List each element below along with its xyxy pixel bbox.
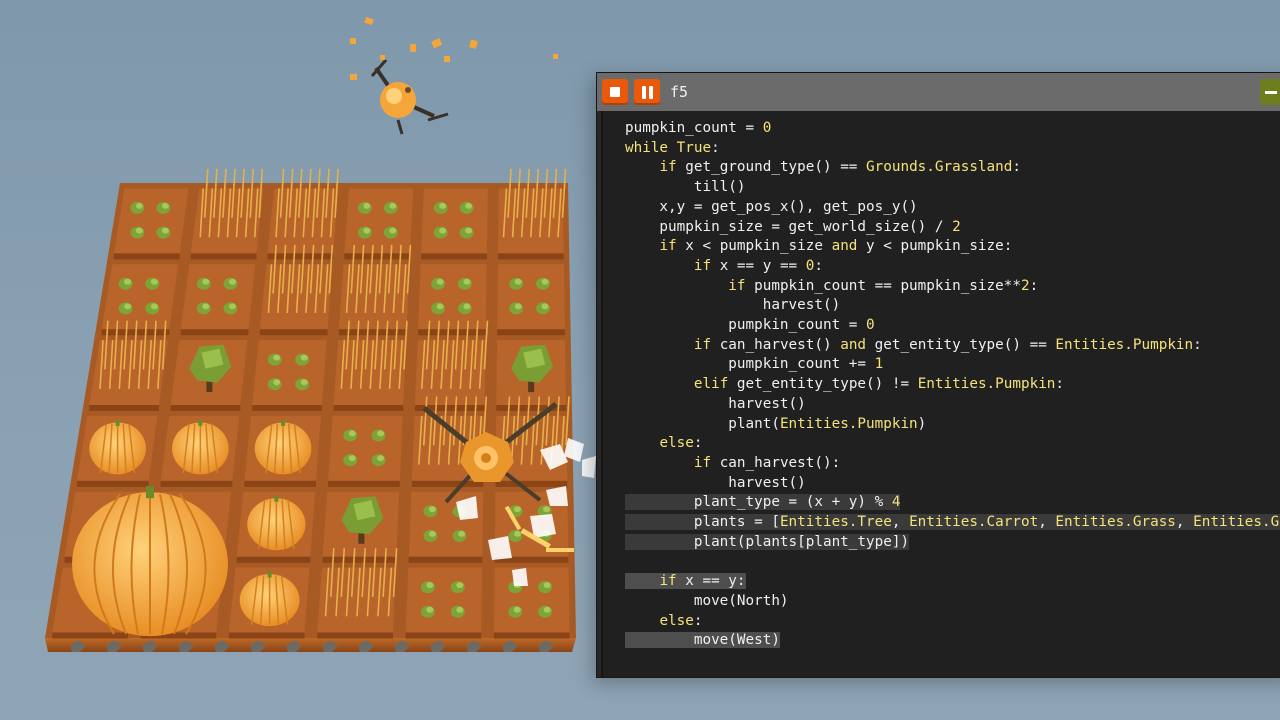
code-line: elif get_entity_type() != Entities.Pumpk… [693, 376, 1065, 393]
farm-tile [267, 168, 339, 260]
minimize-button[interactable] [1260, 79, 1280, 105]
farm-tile [160, 415, 240, 487]
farm-tile [113, 188, 189, 260]
code-line: plants = [Entities.Tree, Entities.Carrot… [625, 514, 1280, 531]
code-line: pumpkin_count = 0 [625, 120, 772, 136]
code-line: harvest() [625, 395, 806, 412]
code-line: if can_harvest() and get_entity_type() =… [693, 336, 1202, 353]
code-line: x,y = get_pos_x(), get_pos_y() [625, 198, 918, 215]
farm-tile [180, 264, 256, 336]
farm-scene [45, 16, 596, 652]
farm-tile [497, 264, 565, 336]
minus-icon [1265, 90, 1277, 94]
code-line: till() [625, 179, 746, 196]
pause-icon [641, 85, 653, 99]
farm-tile [101, 264, 179, 336]
code-editor[interactable]: pumpkin_count = 0 while True: if get_gro… [601, 111, 1280, 677]
window-title: f5 [670, 83, 689, 101]
code-line: else: [659, 612, 703, 629]
code-line: while True: [625, 139, 720, 156]
code-line: pumpkin_count = 0 [625, 317, 875, 334]
pause-button[interactable] [634, 79, 660, 105]
code-line: harvest() [625, 297, 841, 314]
code-editor-window: f5 pumpkin_count = 0 while True: if get_… [596, 72, 1280, 678]
stop-button[interactable] [602, 79, 628, 105]
code-line: else: [659, 435, 703, 452]
farm-tile [252, 340, 327, 412]
drone-icon [370, 59, 449, 135]
code-line: move(West) [625, 632, 780, 649]
editor-titlebar[interactable]: f5 [597, 73, 1280, 111]
code-line: harvest() [625, 474, 806, 491]
farm-tile [496, 340, 567, 412]
code-line: plant(Entities.Pumpkin) [625, 415, 927, 432]
farm-tile [228, 567, 310, 639]
code-line: if get_ground_type() == Grounds.Grasslan… [659, 159, 1021, 176]
farm-tile [76, 415, 158, 487]
harvest-particles [350, 16, 558, 80]
code-line: plant(plants[plant_type]) [625, 533, 910, 550]
farm-tile [328, 415, 403, 487]
farm-tile [421, 188, 488, 260]
code-line: if x == y: [625, 573, 746, 590]
code-line: pumpkin_count += 1 [625, 356, 884, 373]
code-line: plant_type = (x + y) % 4 [625, 494, 901, 511]
farm-tile [418, 264, 487, 336]
farm-tile [190, 168, 264, 260]
code-text[interactable]: pumpkin_count = 0 while True: if get_gro… [625, 119, 1280, 651]
code-line: move(North) [625, 592, 789, 609]
farm-tile [405, 567, 483, 639]
farm-tile [497, 168, 567, 260]
code-line: pumpkin_size = get_world_size() / 2 [625, 218, 961, 235]
code-line: if x < pumpkin_size and y < pumpkin_size… [659, 238, 1013, 255]
farm-tile [244, 415, 321, 487]
code-line: if can_harvest(): [693, 454, 841, 471]
stop-icon [610, 87, 620, 97]
farm-tile [170, 340, 248, 412]
code-line: if x == y == 0: [693, 257, 823, 274]
farm-tile [493, 567, 570, 639]
farm-tile [236, 491, 316, 563]
farm-field [45, 168, 576, 652]
code-line: if pumpkin_count == pumpkin_size**2: [728, 277, 1039, 294]
